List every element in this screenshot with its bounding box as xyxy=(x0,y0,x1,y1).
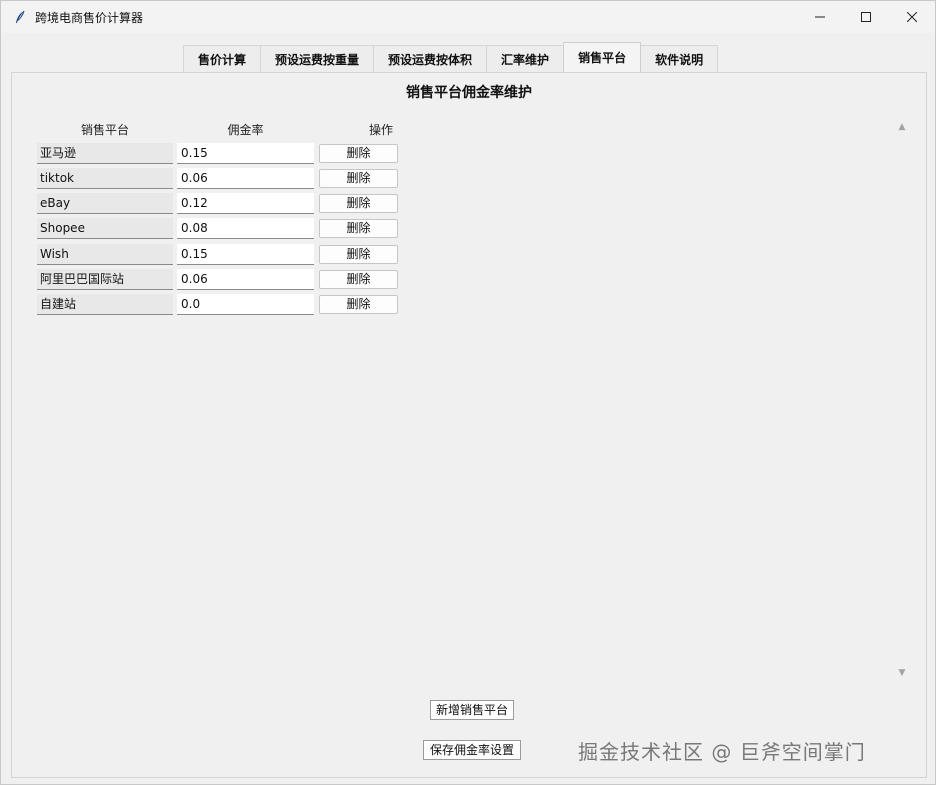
rate-input[interactable]: 0.15 xyxy=(177,143,314,164)
table-row: 自建站 0.0 删除 xyxy=(1,294,421,316)
platform-name: tiktok xyxy=(37,168,173,189)
rate-input[interactable]: 0.12 xyxy=(177,193,314,214)
tab-price-calc[interactable]: 售价计算 xyxy=(183,45,262,72)
tab-shipping-by-weight[interactable]: 预设运费按重量 xyxy=(260,45,375,72)
table-row: tiktok 0.06 删除 xyxy=(1,168,421,190)
tab-bar: 售价计算 预设运费按重量 预设运费按体积 汇率维护 销售平台 软件说明 xyxy=(183,42,719,72)
delete-button[interactable]: 删除 xyxy=(319,245,398,264)
rate-input[interactable]: 0.08 xyxy=(177,218,314,239)
rate-input[interactable]: 0.06 xyxy=(177,168,314,189)
platform-name: 亚马逊 xyxy=(37,143,173,164)
close-button[interactable] xyxy=(889,1,935,33)
title-bar: 跨境电商售价计算器 xyxy=(1,1,935,33)
rate-input[interactable]: 0.15 xyxy=(177,244,314,265)
save-rates-button[interactable]: 保存佣金率设置 xyxy=(423,740,521,760)
platform-name: Shopee xyxy=(37,218,173,239)
maximize-button[interactable] xyxy=(843,1,889,33)
platform-name: Wish xyxy=(37,244,173,265)
add-platform-button[interactable]: 新增销售平台 xyxy=(430,700,514,720)
watermark-text: 掘金技术社区 @ 巨斧空间掌门 xyxy=(578,740,866,764)
minimize-icon xyxy=(815,16,825,18)
tab-sales-platform[interactable]: 销售平台 xyxy=(563,42,642,72)
delete-button[interactable]: 删除 xyxy=(319,194,398,213)
table-row: Wish 0.15 删除 xyxy=(1,244,421,266)
rate-input[interactable]: 0.06 xyxy=(177,269,314,290)
delete-button[interactable]: 删除 xyxy=(319,169,398,188)
minimize-button[interactable] xyxy=(797,1,843,33)
delete-button[interactable]: 删除 xyxy=(319,270,398,289)
platform-name: 自建站 xyxy=(37,294,173,315)
column-header-rate: 佣金率 xyxy=(227,123,264,137)
scroll-up-icon[interactable]: ▲ xyxy=(893,119,911,135)
column-header-platform: 销售平台 xyxy=(80,123,129,137)
app-window: 跨境电商售价计算器 售价计算 预设运费按重量 预设运费按体积 汇率维护 销售平台… xyxy=(0,0,936,785)
platform-name: eBay xyxy=(37,193,173,214)
rate-input[interactable]: 0.0 xyxy=(177,294,314,315)
table-row: Shopee 0.08 删除 xyxy=(1,218,421,240)
window-controls xyxy=(797,1,935,33)
close-icon xyxy=(907,12,917,22)
panel-title: 销售平台佣金率维护 xyxy=(406,85,532,101)
window-title: 跨境电商售价计算器 xyxy=(35,10,144,25)
table-row: 阿里巴巴国际站 0.06 删除 xyxy=(1,269,421,291)
tab-shipping-by-volume[interactable]: 预设运费按体积 xyxy=(373,45,488,72)
feather-icon xyxy=(13,10,27,24)
tab-exchange-rate[interactable]: 汇率维护 xyxy=(486,45,565,72)
vertical-scrollbar[interactable]: ▲ ▼ xyxy=(893,117,911,683)
delete-button[interactable]: 删除 xyxy=(319,144,398,163)
platform-name: 阿里巴巴国际站 xyxy=(37,269,173,290)
tab-help[interactable]: 软件说明 xyxy=(640,45,719,72)
scroll-down-icon[interactable]: ▼ xyxy=(893,665,911,681)
table-row: eBay 0.12 删除 xyxy=(1,193,421,215)
column-header-action: 操作 xyxy=(368,123,393,137)
delete-button[interactable]: 删除 xyxy=(319,295,398,314)
maximize-icon xyxy=(861,12,871,22)
delete-button[interactable]: 删除 xyxy=(319,219,398,238)
table-row: 亚马逊 0.15 删除 xyxy=(1,143,421,165)
